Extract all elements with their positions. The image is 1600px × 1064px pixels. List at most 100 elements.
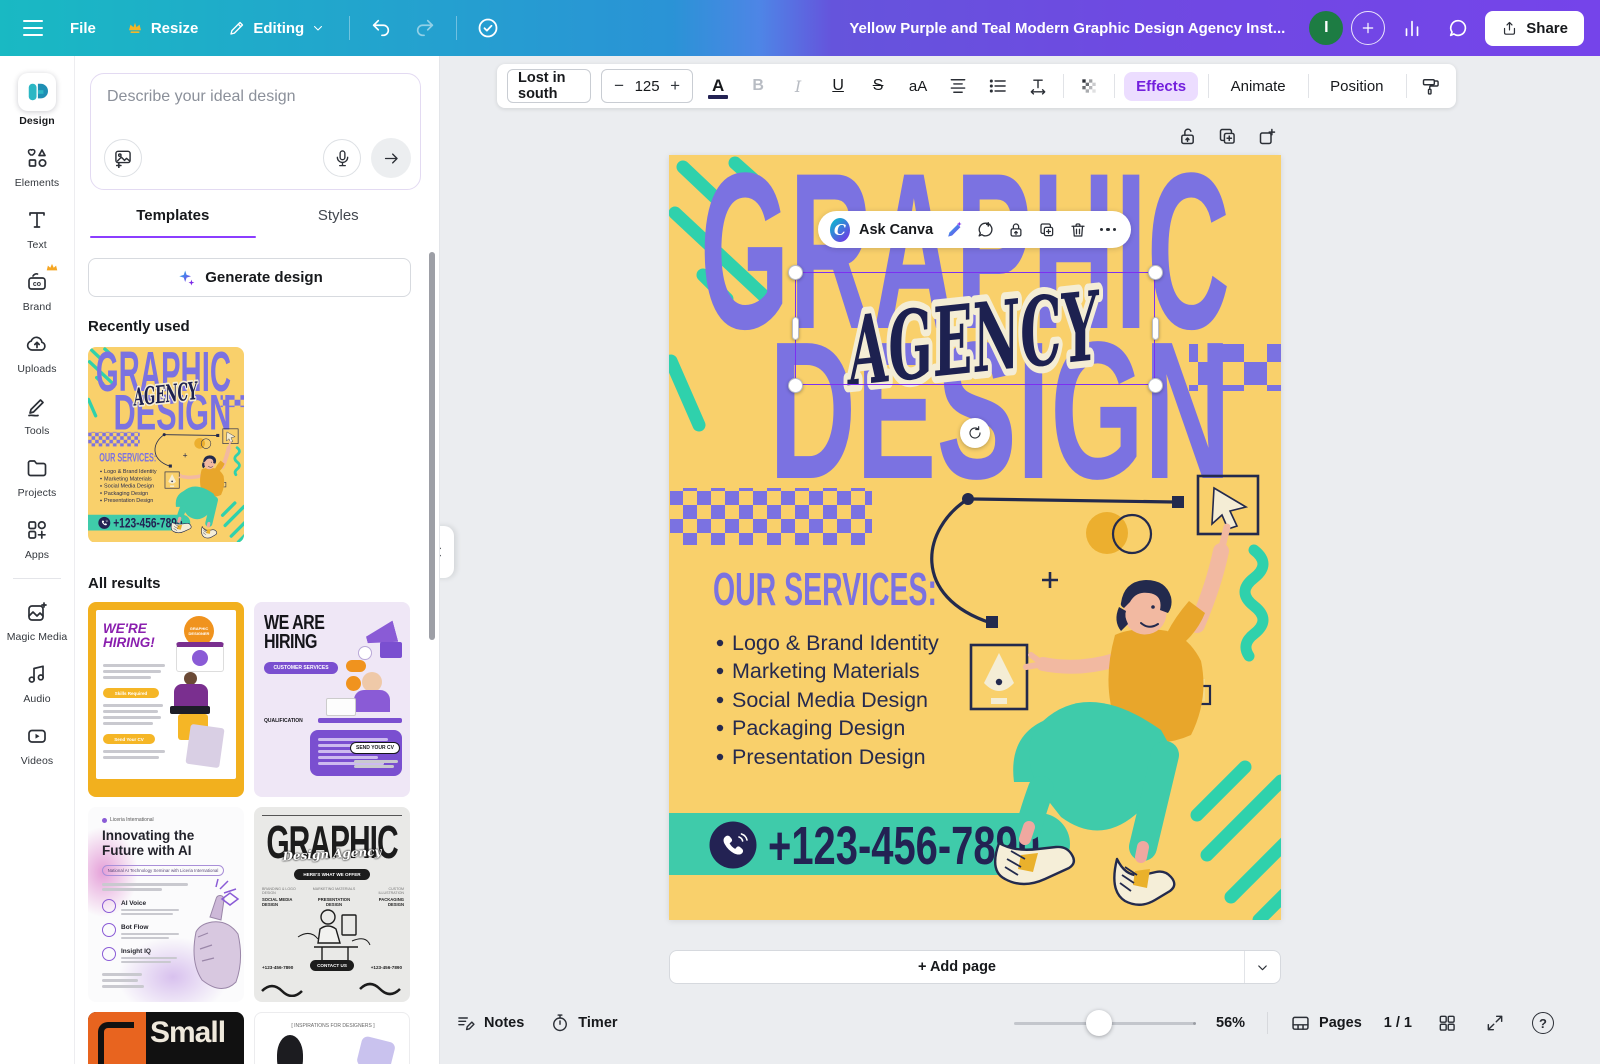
sidebar-item-design[interactable]: Design bbox=[3, 66, 71, 133]
share-button[interactable]: Share bbox=[1485, 11, 1584, 46]
poster-services-list[interactable]: Logo & Brand Identity Marketing Material… bbox=[717, 631, 939, 769]
template-thumb-small[interactable]: Small bbox=[88, 1012, 244, 1064]
selection-handle-bottom-right[interactable] bbox=[1148, 378, 1163, 393]
template-thumb-were-hiring[interactable]: WE'RE HIRING! GRAPHIC DESIGNER Skills Re… bbox=[88, 602, 244, 797]
sidebar-item-audio[interactable]: Audio bbox=[3, 652, 71, 711]
font-selector[interactable]: Lost in south bbox=[507, 69, 591, 103]
help-button[interactable]: ? bbox=[1530, 1010, 1556, 1036]
timer-button[interactable]: Timer bbox=[550, 1013, 617, 1033]
service-item[interactable]: Presentation Design bbox=[104, 498, 153, 504]
submit-prompt-button[interactable] bbox=[371, 138, 411, 178]
transparency-button[interactable] bbox=[1074, 70, 1104, 102]
bold-button[interactable]: B bbox=[743, 70, 773, 102]
fullscreen-button[interactable] bbox=[1482, 1010, 1508, 1036]
strikethrough-button[interactable]: S bbox=[863, 70, 893, 102]
voice-input-button[interactable] bbox=[323, 139, 361, 177]
service-item[interactable]: Social Media Design bbox=[104, 484, 154, 490]
selection-handle-right[interactable] bbox=[1152, 317, 1159, 340]
poster-services-heading[interactable]: OUR SERVICES: bbox=[99, 452, 156, 465]
service-item[interactable]: Marketing Materials bbox=[104, 476, 152, 482]
text-color-button[interactable]: A bbox=[703, 70, 733, 102]
sidebar-item-projects[interactable]: Projects bbox=[3, 446, 71, 505]
menu-button[interactable] bbox=[14, 9, 52, 47]
ask-canva-button[interactable]: Ask Canva bbox=[859, 222, 933, 238]
comments-button[interactable] bbox=[1439, 9, 1477, 47]
text-case-button[interactable]: aA bbox=[903, 70, 933, 102]
add-member-button[interactable] bbox=[1351, 11, 1385, 45]
delete-button[interactable] bbox=[1067, 217, 1089, 243]
alignment-button[interactable] bbox=[943, 70, 973, 102]
animate-button[interactable]: Animate bbox=[1219, 72, 1298, 101]
document-title[interactable]: Yellow Purple and Teal Modern Graphic De… bbox=[849, 20, 1285, 37]
file-menu[interactable]: File bbox=[58, 12, 108, 45]
service-item[interactable]: Presentation Design bbox=[732, 745, 926, 769]
font-size-value[interactable]: 125 bbox=[635, 78, 660, 95]
sidebar-item-uploads[interactable]: Uploads bbox=[3, 322, 71, 381]
copy-style-button[interactable] bbox=[1416, 70, 1446, 102]
sidebar-item-elements[interactable]: Elements bbox=[3, 136, 71, 195]
insights-button[interactable] bbox=[1393, 9, 1431, 47]
zoom-slider-thumb[interactable] bbox=[1086, 1010, 1112, 1036]
add-page-above-button[interactable] bbox=[1254, 123, 1280, 149]
duplicate-page-button[interactable] bbox=[1214, 123, 1240, 149]
more-options-button[interactable] bbox=[1097, 217, 1119, 243]
redo-button[interactable] bbox=[406, 9, 444, 47]
lock-button[interactable] bbox=[1005, 217, 1027, 243]
sidebar-item-text[interactable]: Text bbox=[3, 198, 71, 257]
service-item[interactable]: Logo & Brand Identity bbox=[732, 631, 939, 655]
selection-handle-bottom-left[interactable] bbox=[788, 378, 803, 393]
add-image-button[interactable] bbox=[104, 139, 142, 177]
service-item[interactable]: Packaging Design bbox=[104, 491, 148, 497]
spacing-button[interactable] bbox=[1023, 70, 1053, 102]
sidebar-item-apps[interactable]: Apps bbox=[3, 508, 71, 567]
generate-design-button[interactable]: Generate design bbox=[88, 258, 411, 297]
template-thumb-mono-agency[interactable]: GRAPHIC Design Agency HERE'S WHAT WE OFF… bbox=[254, 807, 410, 1002]
sidebar-item-tools[interactable]: Tools bbox=[3, 384, 71, 443]
editing-mode-menu[interactable]: Editing bbox=[216, 11, 337, 45]
magic-edit-button[interactable] bbox=[944, 217, 966, 243]
sidebar-item-magic-media[interactable]: Magic Media bbox=[3, 590, 71, 649]
font-size-decrease[interactable]: − bbox=[614, 76, 624, 96]
service-item[interactable]: Logo & Brand Identity bbox=[104, 469, 157, 475]
list-button[interactable] bbox=[983, 70, 1013, 102]
italic-button[interactable]: I bbox=[783, 70, 813, 102]
font-size-increase[interactable]: + bbox=[670, 76, 680, 96]
rotate-handle[interactable] bbox=[960, 418, 990, 448]
undo-button[interactable] bbox=[362, 9, 400, 47]
selection-handle-top-right[interactable] bbox=[1148, 265, 1163, 280]
service-item[interactable]: Social Media Design bbox=[732, 688, 928, 712]
add-page-dropdown[interactable] bbox=[1244, 951, 1280, 983]
underline-button[interactable]: U bbox=[823, 70, 853, 102]
zoom-slider[interactable] bbox=[1014, 1009, 1194, 1037]
duplicate-button[interactable] bbox=[1036, 217, 1058, 243]
selection-handle-left[interactable] bbox=[792, 317, 799, 340]
poster-services-heading[interactable]: OUR SERVICES: bbox=[713, 563, 937, 615]
prompt-input[interactable] bbox=[107, 88, 402, 106]
template-thumb-inspirations[interactable]: [ INSPIRATIONS FOR DESIGNERS ] bbox=[254, 1012, 410, 1064]
position-button[interactable]: Position bbox=[1318, 72, 1395, 101]
grid-view-button[interactable] bbox=[1434, 1010, 1460, 1036]
sidebar-item-videos[interactable]: Videos bbox=[3, 714, 71, 773]
design-page[interactable]: GRAPHIC DESIGN AGENCY bbox=[669, 155, 1281, 920]
resize-menu[interactable]: Resize bbox=[114, 11, 211, 45]
add-page-button[interactable]: + Add page bbox=[670, 951, 1244, 983]
comment-add-button[interactable] bbox=[975, 217, 997, 243]
notes-button[interactable]: Notes bbox=[456, 1013, 524, 1033]
save-status-button[interactable] bbox=[469, 9, 507, 47]
template-thumb-we-are-hiring[interactable]: WE ARE HIRING CUSTOMER SERVICES QUALIFIC… bbox=[254, 602, 410, 797]
recent-template-thumb[interactable]: GRAPHIC DESIGN AGENCY bbox=[88, 347, 244, 543]
avatar[interactable]: I bbox=[1309, 11, 1343, 45]
selection-handle-top-left[interactable] bbox=[788, 265, 803, 280]
tab-styles[interactable]: Styles bbox=[256, 200, 422, 236]
panel-scrollbar[interactable] bbox=[429, 252, 435, 640]
effects-button[interactable]: Effects bbox=[1124, 72, 1198, 101]
zoom-level[interactable]: 56% bbox=[1216, 1015, 1245, 1031]
sidebar-item-brand[interactable]: co Brand bbox=[3, 260, 71, 319]
pages-button[interactable]: Pages bbox=[1290, 1013, 1362, 1034]
poster-services-list[interactable]: Logo & Brand Identity Marketing Material… bbox=[100, 469, 157, 504]
service-item[interactable]: Packaging Design bbox=[732, 716, 905, 740]
tab-templates[interactable]: Templates bbox=[90, 200, 256, 236]
service-item[interactable]: Marketing Materials bbox=[732, 659, 920, 683]
lock-page-button[interactable] bbox=[1174, 123, 1200, 149]
template-thumb-ai-seminar[interactable]: Liceria International Innovating the Fut… bbox=[88, 807, 244, 1002]
